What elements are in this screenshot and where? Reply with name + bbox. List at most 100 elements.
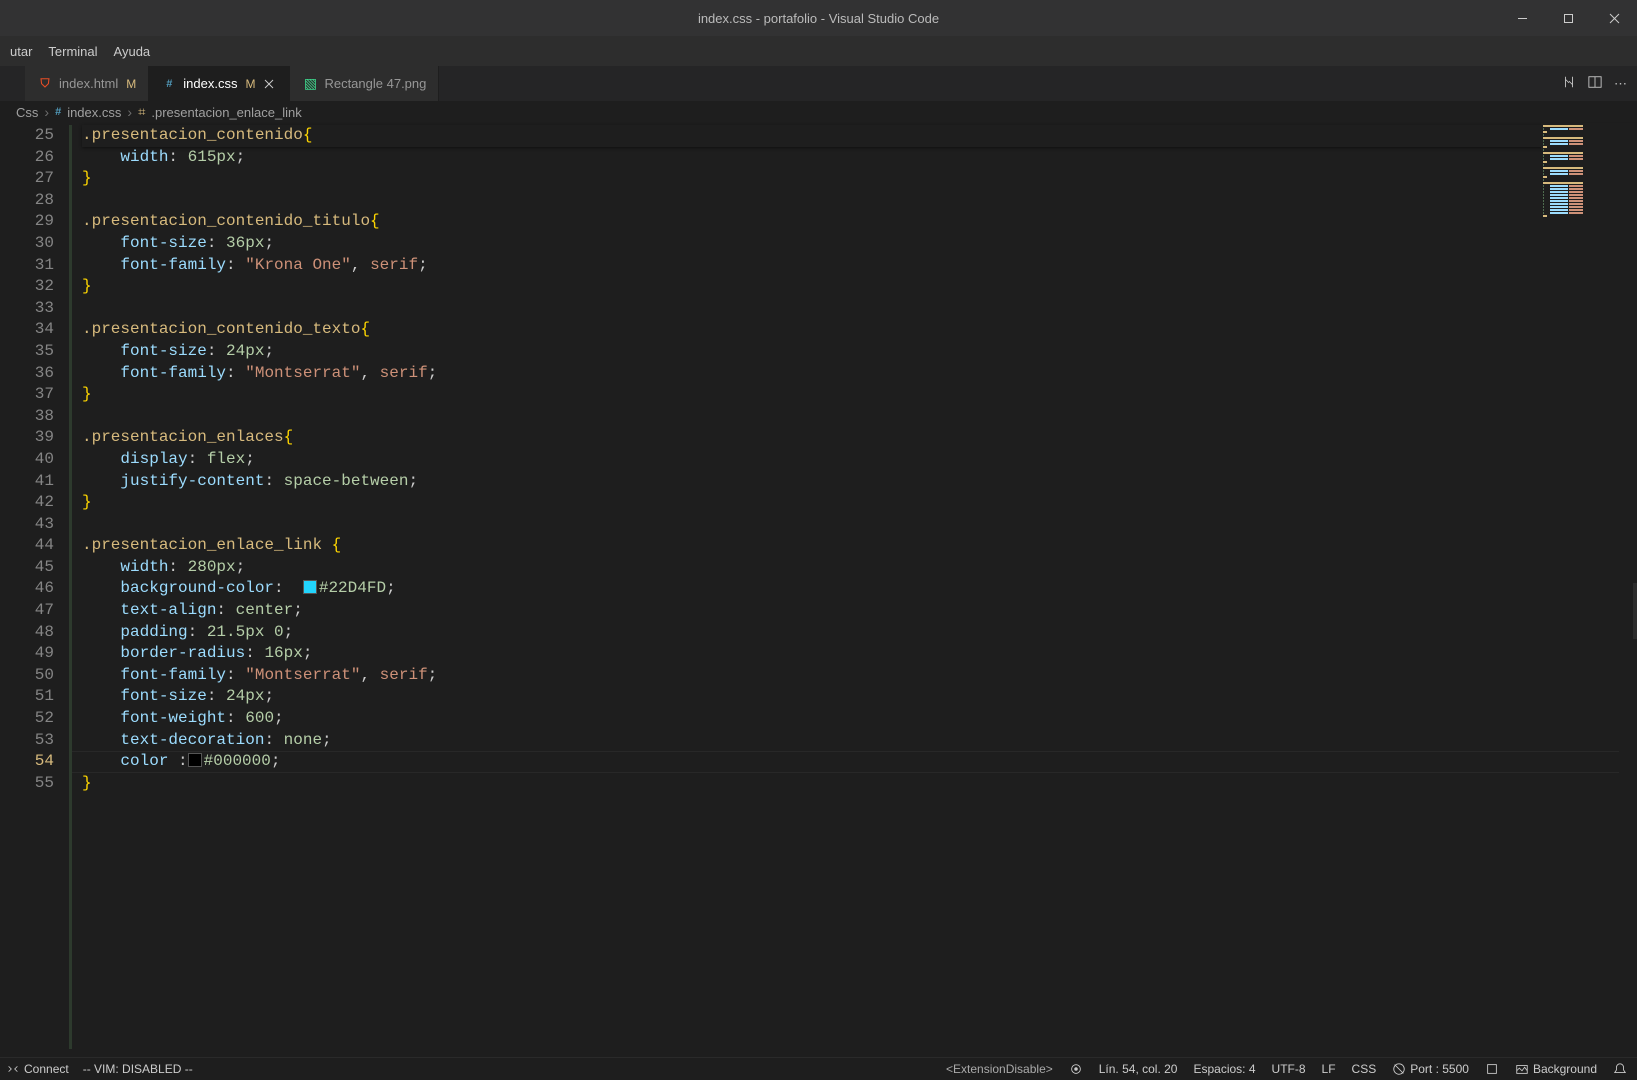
code-line[interactable]: width: 615px;	[82, 147, 1637, 169]
html-file-icon: ⛉	[37, 76, 53, 92]
code-line[interactable]: display: flex;	[82, 449, 1637, 471]
close-window-button[interactable]	[1591, 0, 1637, 36]
line-number: 33	[4, 298, 72, 320]
code-line[interactable]: .presentacion_contenido_titulo{	[82, 211, 1637, 233]
breadcrumb-symbol[interactable]: .presentacion_enlace_link	[151, 105, 301, 120]
code-line[interactable]: text-decoration: none;	[82, 730, 1637, 752]
line-number: 37	[4, 384, 72, 406]
remote-connect-button[interactable]: Connect	[6, 1062, 69, 1076]
cursor-position[interactable]: Lín. 54, col. 20	[1099, 1062, 1178, 1076]
line-number-gutter: 2526272829303132333435363738394041424344…	[0, 123, 72, 1057]
line-number: 39	[4, 427, 72, 449]
code-line[interactable]: .presentacion_enlace_link {	[82, 535, 1637, 557]
tab-index-css[interactable]: # index.css M	[149, 66, 290, 101]
extension-disable-status[interactable]: <ExtensionDisable>	[946, 1062, 1053, 1076]
code-line[interactable]: .presentacion_enlaces{	[82, 427, 1637, 449]
breadcrumb-file[interactable]: index.css	[67, 105, 121, 120]
code-line[interactable]: background-color: #22D4FD;	[82, 578, 1637, 600]
encoding[interactable]: UTF-8	[1272, 1062, 1306, 1076]
code-line[interactable]	[82, 406, 1637, 428]
tab-label: Rectangle 47.png	[324, 76, 426, 91]
port-label: Port : 5500	[1410, 1062, 1469, 1076]
breadcrumb-folder[interactable]: Css	[16, 105, 38, 120]
title-bar: index.css - portafolio - Visual Studio C…	[0, 0, 1637, 36]
more-actions-icon[interactable]: ⋯	[1614, 76, 1627, 92]
line-number: 34	[4, 319, 72, 341]
split-editor-icon[interactable]	[1588, 75, 1602, 92]
status-connect-label: Connect	[24, 1062, 69, 1076]
scrollbar-thumb[interactable]	[1633, 583, 1637, 639]
code-line[interactable]	[82, 514, 1637, 536]
code-line[interactable]: font-size: 24px;	[82, 341, 1637, 363]
tab-close-button[interactable]	[261, 76, 277, 92]
code-line[interactable]: }	[82, 773, 1637, 795]
background-label: Background	[1533, 1062, 1597, 1076]
line-number: 27	[4, 168, 72, 190]
line-number: 29	[4, 211, 72, 233]
line-number: 47	[4, 600, 72, 622]
css-file-icon: #	[55, 106, 61, 118]
line-number: 51	[4, 686, 72, 708]
code-line[interactable]: color :#000000;	[82, 751, 1637, 773]
code-line[interactable]: font-family: "Montserrat", serif;	[82, 363, 1637, 385]
code-line[interactable]: font-weight: 600;	[82, 708, 1637, 730]
code-line[interactable]: }	[82, 492, 1637, 514]
live-server-port[interactable]: Port : 5500	[1392, 1062, 1469, 1076]
code-area[interactable]: .presentacion_contenido{ width: 615px;}.…	[72, 123, 1637, 1057]
prettier-status[interactable]	[1485, 1062, 1499, 1076]
code-line[interactable]: font-family: "Krona One", serif;	[82, 255, 1637, 277]
line-number: 31	[4, 255, 72, 277]
breadcrumb[interactable]: Css › # index.css › ⌗ .presentacion_enla…	[0, 101, 1637, 123]
code-line[interactable]: }	[82, 384, 1637, 406]
background-status[interactable]: Background	[1515, 1062, 1597, 1076]
menu-item-terminal[interactable]: Terminal	[40, 40, 105, 63]
code-line[interactable]: }	[82, 168, 1637, 190]
line-number: 43	[4, 514, 72, 536]
compare-changes-icon[interactable]	[1562, 75, 1576, 92]
image-file-icon: ▧	[302, 76, 318, 92]
code-line[interactable]: justify-content: space-between;	[82, 471, 1637, 493]
minimap[interactable]	[1541, 123, 1637, 233]
maximize-button[interactable]	[1545, 0, 1591, 36]
line-number: 40	[4, 449, 72, 471]
vim-status[interactable]: -- VIM: DISABLED --	[83, 1062, 193, 1076]
window-controls	[1499, 0, 1637, 36]
menu-item-ayuda[interactable]: Ayuda	[106, 40, 159, 63]
language-mode[interactable]: CSS	[1352, 1062, 1377, 1076]
code-line[interactable]: .presentacion_contenido_texto{	[82, 319, 1637, 341]
line-number: 36	[4, 363, 72, 385]
indentation[interactable]: Espacios: 4	[1193, 1062, 1255, 1076]
code-line[interactable]: font-size: 36px;	[82, 233, 1637, 255]
code-line[interactable]: font-family: "Montserrat", serif;	[82, 665, 1637, 687]
tab-label: index.css	[183, 76, 237, 91]
editor-actions: ⋯	[1562, 66, 1627, 101]
code-line[interactable]	[82, 298, 1637, 320]
line-number: 38	[4, 406, 72, 428]
tab-label: index.html	[59, 76, 118, 91]
code-line[interactable]: padding: 21.5px 0;	[82, 622, 1637, 644]
minimize-button[interactable]	[1499, 0, 1545, 36]
code-line[interactable]	[82, 190, 1637, 212]
line-number: 28	[4, 190, 72, 212]
notifications-button[interactable]	[1613, 1062, 1627, 1076]
code-line[interactable]: width: 280px;	[82, 557, 1637, 579]
code-line[interactable]: border-radius: 16px;	[82, 643, 1637, 665]
line-number: 48	[4, 622, 72, 644]
line-number: 41	[4, 471, 72, 493]
line-number: 50	[4, 665, 72, 687]
eol[interactable]: LF	[1322, 1062, 1336, 1076]
line-number: 52	[4, 708, 72, 730]
editor-tabs: ⛉ index.html M # index.css M ▧ Rectangle…	[0, 66, 1637, 101]
screencast-button[interactable]	[1069, 1062, 1083, 1076]
menu-bar: utar Terminal Ayuda	[0, 36, 1637, 66]
tab-index-html[interactable]: ⛉ index.html M	[25, 66, 149, 101]
tab-rectangle-png[interactable]: ▧ Rectangle 47.png	[290, 66, 439, 101]
modified-indicator: M	[124, 77, 136, 91]
line-number: 49	[4, 643, 72, 665]
code-line[interactable]: text-align: center;	[82, 600, 1637, 622]
menu-item-ejecutar[interactable]: utar	[2, 40, 40, 63]
code-line[interactable]: .presentacion_contenido{	[82, 125, 1637, 147]
code-line[interactable]: font-size: 24px;	[82, 686, 1637, 708]
code-line[interactable]: }	[82, 276, 1637, 298]
editor[interactable]: 2526272829303132333435363738394041424344…	[0, 123, 1637, 1057]
